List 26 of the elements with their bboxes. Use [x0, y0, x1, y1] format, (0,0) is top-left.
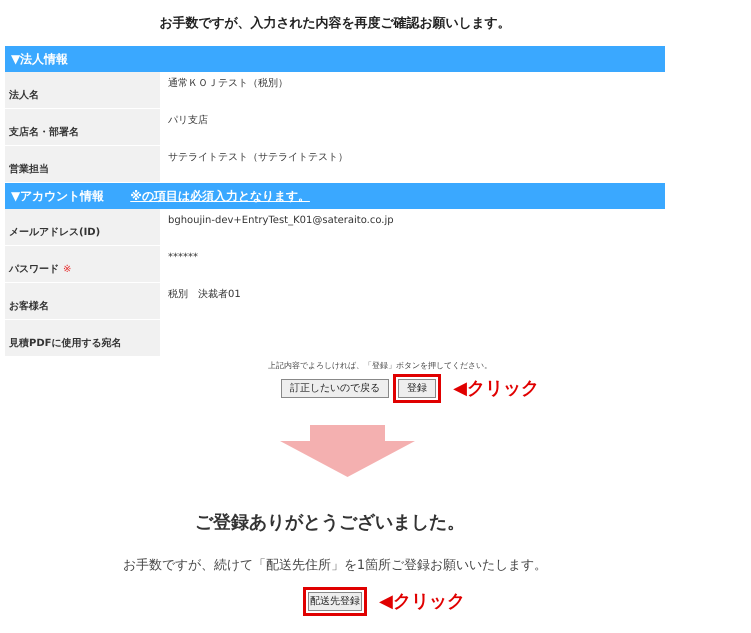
field-value: パリ支店 [168, 114, 208, 126]
form-button[interactable]: 訂正したいので戻る [281, 378, 390, 398]
field-label: パスワード [9, 262, 59, 276]
down-arrow-icon [280, 424, 415, 476]
field-value: 通常ＫＯＪテスト（税別） [168, 78, 288, 88]
click-label: ◀クリック [379, 590, 465, 614]
confirm-hint: 上記内容でよろしければ、「登録」ボタンを押してください。 [268, 360, 492, 372]
field-value: サテライトテスト（サテライトテスト） [168, 152, 348, 162]
field-label: お客様名 [9, 299, 49, 314]
thanks-title: ご登録ありがとうございました。 [194, 510, 466, 534]
field-label: 営業担当 [9, 162, 49, 176]
section-title: ▼アカウント情報 [11, 188, 104, 204]
click-label: ◀クリック [453, 376, 539, 400]
field-label: 支店名・部署名 [9, 125, 79, 140]
page-title: お手数ですが、入力された内容を再度ご確認お願いします。 [158, 14, 512, 33]
field-value: 税別 決裁者01 [168, 288, 241, 300]
field-value: bghoujin-dev+EntryTest_K01@sateraito.co.jp [168, 214, 394, 226]
field-value: ****** [168, 252, 198, 262]
required-mark: ※ [63, 262, 72, 276]
field-label: 法人名 [9, 88, 39, 102]
section-title: ▼法人情報 [11, 50, 68, 68]
thanks-message: お手数ですが、続けて「配送先住所」を1箇所ご登録お願いいたします。 [122, 556, 548, 574]
field-label: 見積PDFに使用する宛名 [9, 336, 122, 350]
field-label: メールアドレス(ID) [9, 226, 100, 240]
form-button[interactable]: 登録 [398, 378, 436, 398]
form-button[interactable]: 配送先登録 [308, 592, 362, 611]
